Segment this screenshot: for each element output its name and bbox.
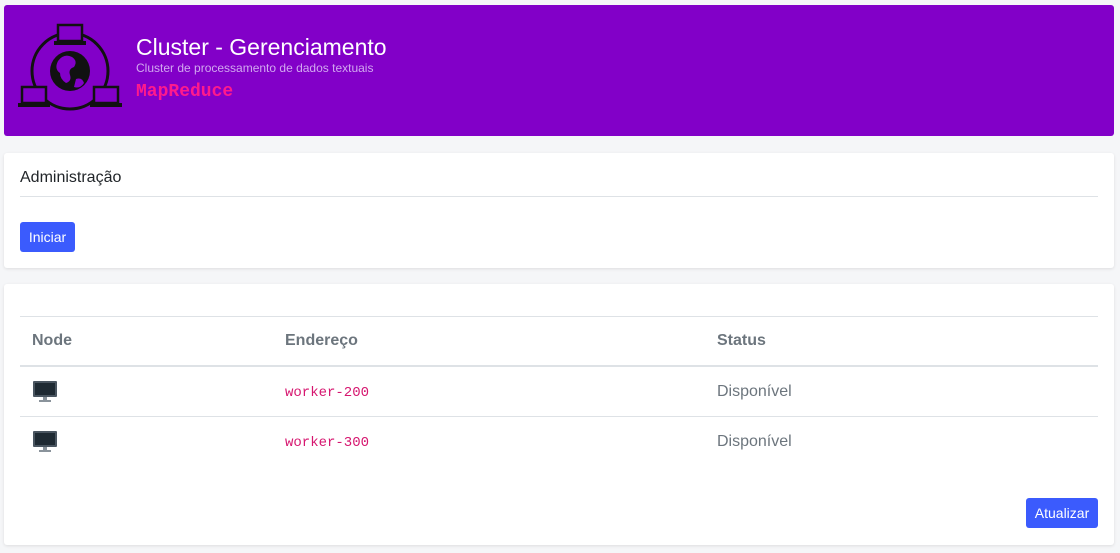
table-row: worker-200 Disponível xyxy=(20,366,1098,417)
admin-divider xyxy=(20,196,1098,197)
admin-title: Administração xyxy=(20,169,122,186)
admin-card: Administração Iniciar xyxy=(4,153,1114,268)
start-button[interactable]: Iniciar xyxy=(20,222,75,252)
node-cell xyxy=(20,366,273,417)
refresh-button[interactable]: Atualizar xyxy=(1026,498,1098,528)
address-cell: worker-200 xyxy=(273,366,705,417)
monitor-icon xyxy=(33,380,57,402)
column-header-node: Node xyxy=(20,316,273,367)
mapreduce-tag: MapReduce xyxy=(136,82,234,102)
monitor-icon xyxy=(33,430,57,452)
node-address: worker-200 xyxy=(285,384,370,401)
cluster-logo-icon xyxy=(18,23,122,111)
column-header-status: Status xyxy=(705,316,1098,367)
table-row: worker-300 Disponível xyxy=(20,417,1098,467)
node-address: worker-300 xyxy=(285,434,370,451)
header: Cluster - Gerenciamento Cluster de proce… xyxy=(4,5,1114,136)
node-cell xyxy=(20,417,273,467)
page-subtitle: Cluster de processamento de dados textua… xyxy=(136,61,374,75)
status-cell: Disponível xyxy=(705,366,1098,417)
page-title: Cluster - Gerenciamento xyxy=(136,34,387,60)
column-header-address: Endereço xyxy=(273,316,705,367)
table-header-row: Node Endereço Status xyxy=(20,316,1098,367)
nodes-card: Node Endereço Status worker-200 Disponív… xyxy=(4,284,1114,545)
nodes-table: Node Endereço Status worker-200 Disponív… xyxy=(20,316,1098,466)
address-cell: worker-300 xyxy=(273,417,705,467)
status-cell: Disponível xyxy=(717,432,792,450)
